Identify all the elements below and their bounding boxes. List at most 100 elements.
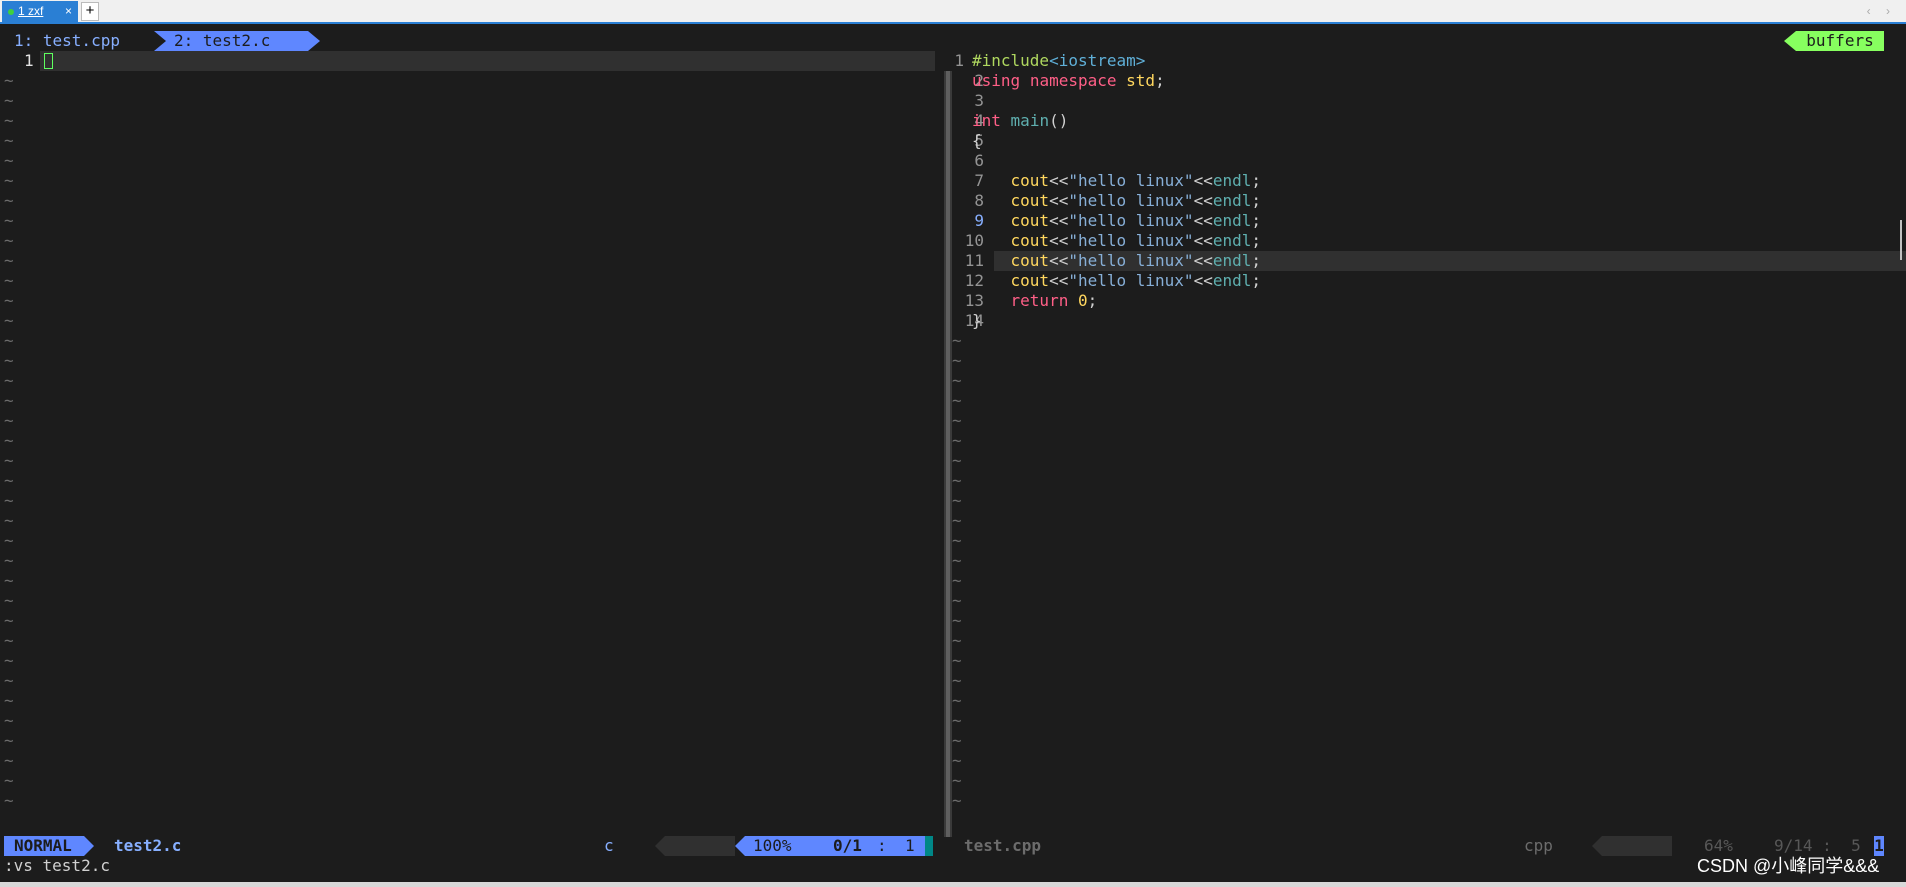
connection-status-icon [8, 9, 14, 15]
empty-line-tilde: ~ [4, 591, 14, 610]
empty-line-tilde: ~ [4, 491, 14, 510]
code-line: } [972, 311, 982, 330]
empty-line-tilde: ~ [4, 791, 14, 810]
line-number: 3 [974, 91, 984, 110]
code-line: cout<<"hello linux"<<endl; [1010, 251, 1261, 270]
code-line: return 0; [1010, 291, 1098, 310]
status-arrow [735, 836, 745, 856]
empty-line-tilde: ~ [4, 291, 14, 310]
vim-editor[interactable]: 1: test.cpp 2: test2.c buffers 1 ~ ~ ~ ~ ~ ~ ~… [0, 24, 1906, 886]
statusline-inactive: test.cpp cpp 64% 9/14 : 5 1 [952, 836, 1906, 856]
window-bottom-edge [0, 882, 1906, 887]
tab-separator-arrow [154, 31, 166, 51]
status-arrow [655, 836, 665, 856]
empty-line-tilde: ~ [4, 231, 14, 250]
code-line: { [972, 131, 982, 150]
empty-line-tilde: ~ [952, 711, 962, 730]
empty-line-tilde: ~ [4, 211, 14, 230]
status-cursor-column: 1 [1874, 836, 1884, 856]
empty-line-tilde: ~ [952, 351, 962, 370]
tab-scroll-arrows-icon[interactable]: ‹ › [1867, 2, 1896, 20]
status-filetype: cpp [1524, 836, 1553, 855]
terminal-tab-bar: 1 zxf × + ‹ › [0, 0, 1906, 24]
code-line: cout<<"hello linux"<<endl; [1010, 191, 1261, 210]
terminal-tab-zxf[interactable]: 1 zxf × [2, 1, 78, 22]
empty-line-tilde: ~ [952, 591, 962, 610]
buffer-tab-test-cpp[interactable]: 1: test.cpp [4, 31, 130, 51]
add-tab-button[interactable]: + [81, 2, 99, 21]
empty-line-tilde: ~ [4, 111, 14, 130]
status-filename: test2.c [114, 836, 182, 855]
empty-line-tilde: ~ [952, 471, 962, 490]
empty-line-tilde: ~ [952, 371, 962, 390]
tab-separator-arrow [308, 31, 320, 51]
line-number: 1 [24, 51, 34, 70]
code-line: #include<iostream> [972, 51, 1146, 70]
status-segment [665, 836, 735, 856]
empty-line-tilde: ~ [952, 491, 962, 510]
status-percent: 64% [1704, 836, 1733, 855]
code-line: int main() [972, 111, 1069, 130]
empty-line-tilde: ~ [4, 91, 14, 110]
empty-line-tilde: ~ [952, 751, 962, 770]
empty-line-tilde: ~ [4, 391, 14, 410]
statusline-active: NORMAL test2.c c 100% 0/1 : 1 [0, 836, 935, 856]
empty-line-tilde: ~ [952, 551, 962, 570]
empty-line-tilde: ~ [4, 171, 14, 190]
scrollbar-edge[interactable] [1900, 220, 1902, 260]
mode-arrow [84, 836, 94, 856]
empty-line-tilde: ~ [4, 711, 14, 730]
empty-line-tilde: ~ [952, 651, 962, 670]
code-line: cout<<"hello linux"<<endl; [1010, 211, 1261, 230]
cursor-line [40, 51, 935, 71]
buffer-tab-test2-c[interactable]: 2: test2.c [154, 31, 308, 51]
line-number: 6 [974, 151, 984, 170]
empty-line-tilde: ~ [4, 751, 14, 770]
code-line: using namespace std; [972, 71, 1165, 90]
empty-line-tilde: ~ [4, 191, 14, 210]
status-percent: 100% [753, 836, 792, 855]
empty-line-tilde: ~ [4, 511, 14, 530]
empty-line-tilde: ~ [4, 411, 14, 430]
empty-line-tilde: ~ [4, 311, 14, 330]
status-segment [1602, 836, 1672, 856]
empty-line-tilde: ~ [4, 451, 14, 470]
empty-line-tilde: ~ [952, 511, 962, 530]
empty-line-tilde: ~ [952, 631, 962, 650]
empty-line-tilde: ~ [4, 131, 14, 150]
line-number: 1 [954, 51, 964, 70]
empty-line-tilde: ~ [4, 611, 14, 630]
vim-tabline: 1: test.cpp 2: test2.c [0, 31, 1906, 51]
status-arrow [1592, 836, 1602, 856]
close-tab-icon[interactable]: × [65, 1, 72, 22]
empty-line-tilde: ~ [4, 251, 14, 270]
code-line: cout<<"hello linux"<<endl; [1010, 171, 1261, 190]
empty-line-tilde: ~ [4, 351, 14, 370]
watermark: CSDN @小峰同学&&& [1697, 856, 1880, 876]
status-column: 1 [905, 836, 915, 855]
right-split-window[interactable]: 1 2 3 4 5 6 7 8 9 10 11 12 13 14 #include<iostream> u… [952, 51, 1906, 837]
vertical-split-separator[interactable] [944, 71, 952, 837]
empty-line-tilde: ~ [952, 411, 962, 430]
status-position-segment: 100% 0/1 : 1 [745, 836, 925, 856]
empty-line-tilde: ~ [952, 431, 962, 450]
empty-line-tilde: ~ [4, 531, 14, 550]
empty-line-tilde: ~ [4, 771, 14, 790]
status-filename: test.cpp [964, 836, 1042, 855]
empty-line-tilde: ~ [952, 731, 962, 750]
buffers-arrow [1784, 31, 1796, 51]
empty-line-tilde: ~ [4, 651, 14, 670]
empty-line-tilde: ~ [4, 551, 14, 570]
empty-line-tilde: ~ [4, 271, 14, 290]
left-split-window[interactable]: 1 ~ ~ ~ ~ ~ ~ ~ ~ ~ ~ ~ ~ ~ ~ ~ ~ ~ ~ ~ ~ ~ ~ ~ ~ ~ ~ ~ ~ ~ ~ ~ ~ ~ ~ ~ ~ ~ [0, 51, 935, 837]
command-line[interactable]: :vs test2.c [4, 856, 110, 876]
terminal-tab-label: 1 zxf [18, 4, 44, 18]
mode-indicator: NORMAL [4, 836, 84, 856]
buffers-indicator: buffers [1796, 31, 1884, 51]
text-cursor [44, 53, 53, 69]
status-filetype: c [604, 836, 614, 855]
empty-line-tilde: ~ [952, 391, 962, 410]
code-line: cout<<"hello linux"<<endl; [1010, 231, 1261, 250]
empty-line-tilde: ~ [4, 691, 14, 710]
empty-line-tilde: ~ [4, 431, 14, 450]
